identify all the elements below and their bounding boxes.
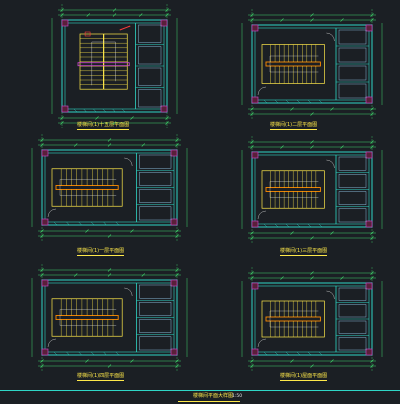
shaft-box (139, 336, 172, 351)
shaft-box (138, 46, 162, 65)
column (41, 218, 49, 226)
plan-5 (31, 264, 188, 371)
column (365, 282, 373, 290)
shaft-box (338, 65, 367, 81)
shaft-box (338, 337, 367, 351)
column (61, 19, 69, 27)
column (170, 348, 178, 356)
caption-plan-5: 楼梯间(1)四层平面图 (77, 373, 125, 381)
shaft-box (139, 284, 172, 299)
caption-plan-6: 楼梯间(1)屋面平面图 (280, 373, 328, 381)
shaft-box (338, 208, 367, 223)
door-swing (47, 338, 57, 348)
column (251, 282, 259, 290)
plan-1 (51, 4, 178, 128)
shaft-box (338, 174, 367, 188)
shaft-box (138, 67, 162, 86)
shaft-box (139, 206, 172, 221)
column (365, 151, 373, 159)
shaft-box (139, 302, 172, 316)
drawing-title: 楼梯间平面大样图 (193, 393, 234, 399)
caption-plan-1: 楼梯间(1)十五层平面图 (77, 122, 130, 130)
shaft-box (138, 24, 162, 43)
shaft-box (139, 172, 172, 186)
caption-plan-3: 楼梯间(1)一层平面图 (77, 248, 125, 256)
shaft-box (139, 189, 172, 203)
column (170, 279, 178, 287)
column (41, 149, 49, 157)
shaft-box (338, 304, 367, 318)
column (160, 105, 168, 113)
shaft-box (139, 154, 172, 169)
column (251, 96, 259, 104)
shaft-box (138, 89, 162, 108)
column (251, 151, 259, 159)
column (365, 220, 373, 228)
plan-2 (241, 9, 383, 119)
drawing-canvas: 楼梯间(1)十五层平面图 楼梯间(1)二层平面图 楼梯间(1)一层平面图 楼梯间… (0, 0, 400, 404)
door-swing (326, 32, 335, 42)
door-swing (124, 157, 133, 167)
shaft-box (338, 29, 367, 45)
frame-bottom-line (0, 390, 400, 391)
stair-handrail (55, 185, 119, 190)
title-underline (178, 401, 240, 402)
column (365, 348, 373, 356)
shaft-box (338, 83, 367, 99)
stair-plans-drawing (31, 4, 383, 371)
shaft-box (338, 47, 367, 63)
door-swing (326, 290, 335, 300)
column (61, 105, 69, 113)
plan-3 (31, 134, 188, 241)
shaft-box (139, 319, 172, 333)
door-swing (257, 86, 267, 96)
plan-4 (241, 136, 383, 243)
column (365, 24, 373, 32)
column (251, 220, 259, 228)
door-mark (119, 25, 131, 31)
column (41, 348, 49, 356)
door-swing (257, 210, 267, 220)
door-swing (124, 287, 133, 297)
door-swing (47, 208, 57, 218)
stair-handrail (265, 61, 321, 67)
shaft-box (338, 320, 367, 334)
door-swing (326, 159, 335, 169)
column (365, 96, 373, 104)
column (251, 348, 259, 356)
shaft-box (338, 287, 367, 301)
caption-plan-2: 楼梯间(1)二层平面图 (270, 122, 318, 130)
plan-6 (241, 267, 383, 371)
column (41, 279, 49, 287)
column (251, 24, 259, 32)
column (170, 218, 178, 226)
stair-handrail (55, 315, 119, 320)
shaft-box (338, 191, 367, 205)
door-swing (257, 338, 267, 348)
column (160, 19, 168, 27)
caption-plan-4: 楼梯间(1)三层平面图 (280, 248, 328, 256)
drawing-scale: 1:50 (232, 394, 243, 399)
shaft-box (338, 156, 367, 171)
column (170, 149, 178, 157)
stair-handrail (265, 187, 321, 192)
stair-handrail (265, 316, 321, 322)
